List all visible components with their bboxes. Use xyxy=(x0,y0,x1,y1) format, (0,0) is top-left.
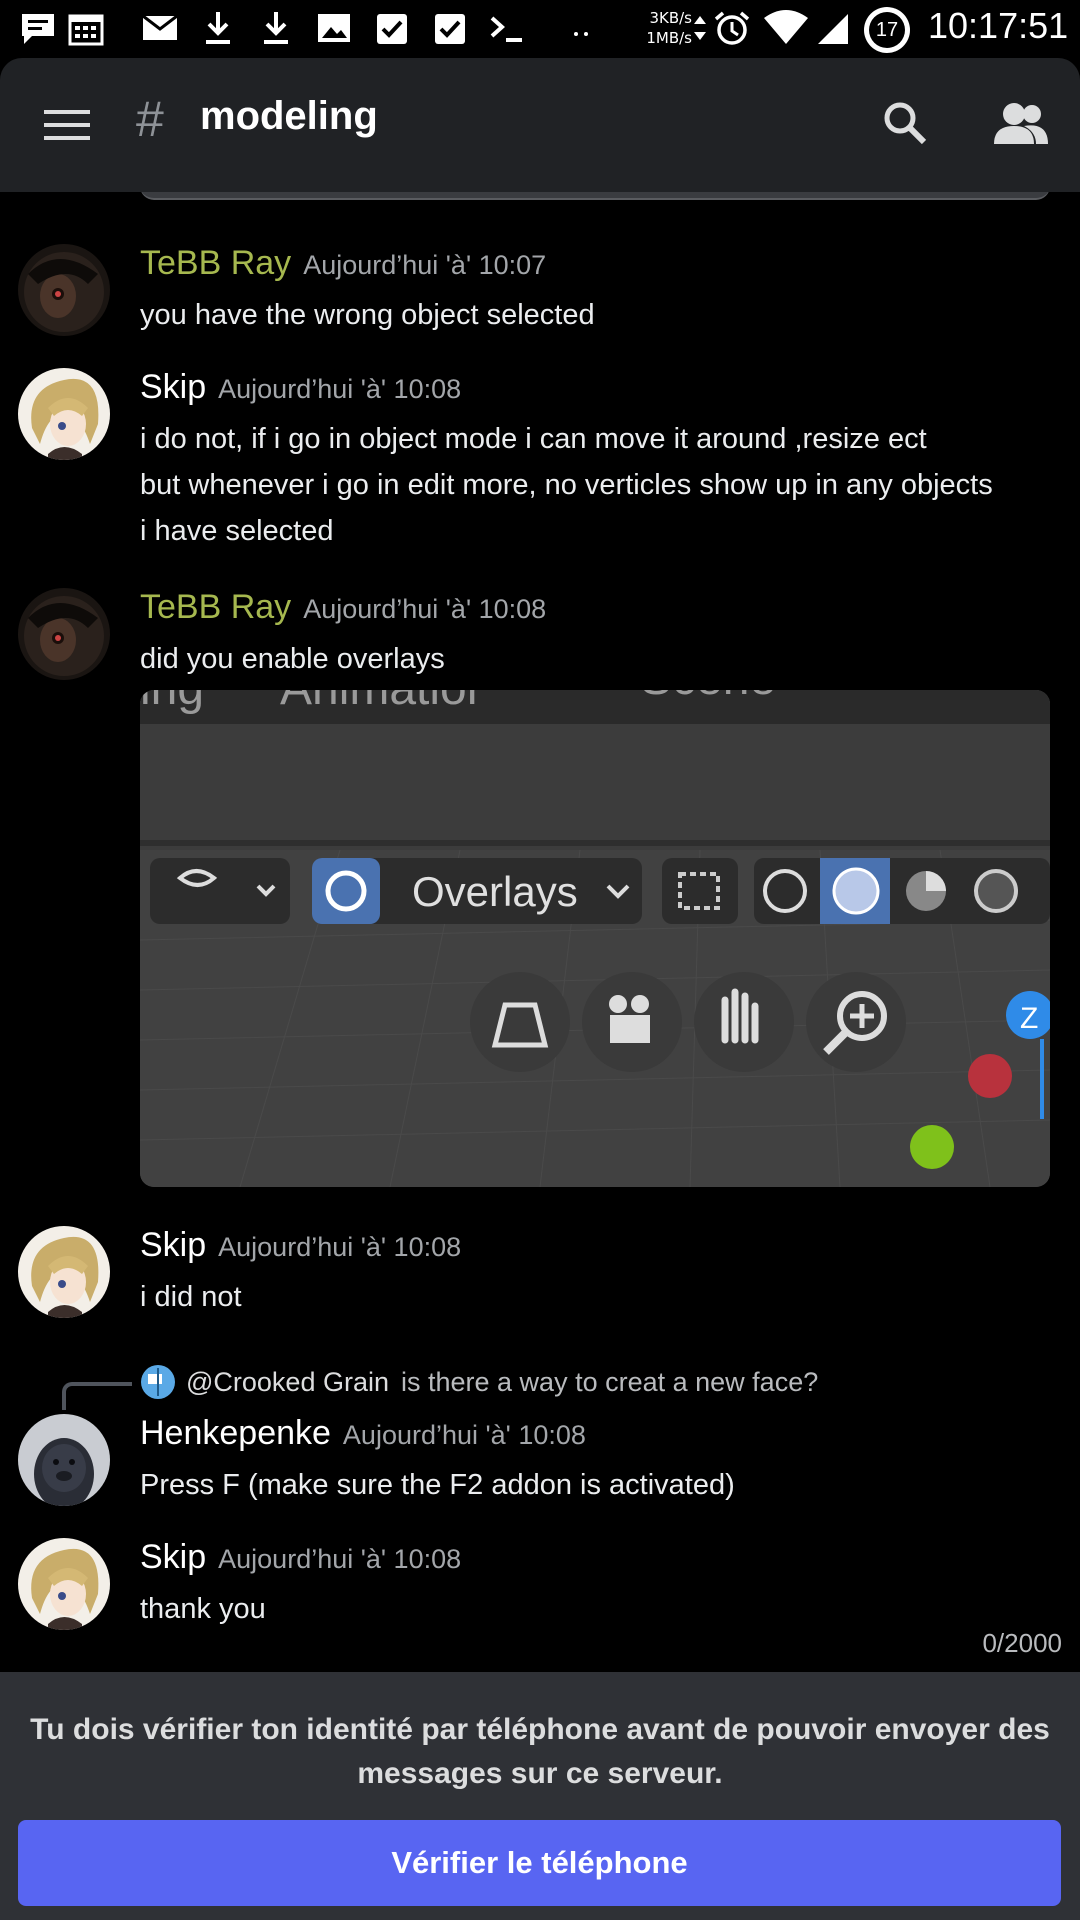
timestamp: Aujourd’hui 'à' 10:08 xyxy=(218,1544,462,1574)
avatar[interactable] xyxy=(18,1226,110,1318)
status-bar: 3KB/s 1MB/s 17 10:17:51 xyxy=(0,0,1080,58)
tab-fragment: Scene xyxy=(640,690,776,705)
alarm-icon xyxy=(714,11,750,45)
previous-attachment-image[interactable] xyxy=(140,192,1050,200)
attachment-image[interactable]: Overlays Z in xyxy=(140,690,1050,1187)
avatar[interactable] xyxy=(18,368,110,460)
download-icon xyxy=(264,12,288,44)
task-check-icon xyxy=(377,14,407,44)
author-name[interactable]: Skip xyxy=(140,1226,206,1264)
author-name[interactable]: Skip xyxy=(140,1538,206,1576)
message-list[interactable]: TeBB Ray Aujourd’hui 'à' 10:07 you have t… xyxy=(0,192,1080,1672)
reply-connector xyxy=(62,1382,132,1410)
overlays-label: Overlays xyxy=(412,868,578,915)
download-icon xyxy=(206,12,230,44)
message-text: thank you xyxy=(140,1593,266,1625)
verify-phone-button[interactable]: Vérifier le téléphone xyxy=(18,1820,1061,1906)
timestamp: Aujourd’hui 'à' 10:07 xyxy=(303,250,547,280)
message-text: did you enable overlays xyxy=(140,643,445,675)
search-icon[interactable] xyxy=(882,100,928,146)
members-icon[interactable] xyxy=(994,100,1048,148)
tab-fragment: ing xyxy=(140,690,204,715)
author-name[interactable]: TeBB Ray xyxy=(140,588,291,626)
image-icon xyxy=(318,14,350,42)
timestamp: Aujourd’hui 'à' 10:08 xyxy=(342,1420,586,1450)
author-name[interactable]: TeBB Ray xyxy=(140,244,291,282)
reply-avatar-icon xyxy=(141,1365,175,1399)
character-counter: 0/2000 xyxy=(982,1628,1062,1658)
reply-reference[interactable]: @Crooked Grain is there a way to creat a… xyxy=(140,1362,818,1402)
verification-notice: Tu dois vérifier ton identité par téléph… xyxy=(30,1713,1050,1790)
timestamp: Aujourd’hui 'à' 10:08 xyxy=(218,1232,462,1262)
reply-mention[interactable]: @Crooked Grain xyxy=(186,1367,389,1398)
data-arrows-icon xyxy=(694,16,706,40)
tab-fragment: Animatior xyxy=(280,690,483,715)
network-speed: 3KB/s 1MB/s xyxy=(646,9,692,47)
reply-text: is there a way to creat a new face? xyxy=(401,1366,819,1397)
channel-hash-icon: # xyxy=(136,91,164,147)
avatar[interactable] xyxy=(18,588,110,680)
message-text: i do not, if i go in object mode i can m… xyxy=(140,423,993,547)
message-text: you have the wrong object selected xyxy=(140,299,595,331)
mail-icon xyxy=(142,14,178,40)
avatar[interactable] xyxy=(18,244,110,336)
notification-badge: 17 xyxy=(864,7,910,53)
more-dots-icon xyxy=(574,32,588,36)
channel-header: # modeling xyxy=(0,58,1080,192)
clock: 10:17:51 xyxy=(928,5,1069,46)
message-text: Press F (make sure the F2 addon is activ… xyxy=(140,1469,735,1501)
verification-panel: Tu dois vérifier ton identité par téléph… xyxy=(0,1672,1080,1920)
author-name[interactable]: Henkepenke xyxy=(140,1414,331,1452)
avatar[interactable] xyxy=(18,1414,110,1506)
axis-z-label: Z xyxy=(1020,1002,1038,1035)
message-text: i did not xyxy=(140,1281,242,1313)
avatar[interactable] xyxy=(18,1538,110,1630)
signal-icon xyxy=(818,14,848,44)
terminal-icon xyxy=(490,16,522,42)
author-name[interactable]: Skip xyxy=(140,368,206,406)
timestamp: Aujourd’hui 'à' 10:08 xyxy=(218,374,462,404)
calendar-icon xyxy=(68,14,104,46)
chat-notification-icon xyxy=(22,14,54,44)
task-check-icon xyxy=(435,14,465,44)
channel-title: modeling xyxy=(200,94,378,138)
timestamp: Aujourd’hui 'à' 10:08 xyxy=(303,594,547,624)
wifi-icon xyxy=(764,10,808,44)
menu-icon[interactable] xyxy=(44,108,90,142)
